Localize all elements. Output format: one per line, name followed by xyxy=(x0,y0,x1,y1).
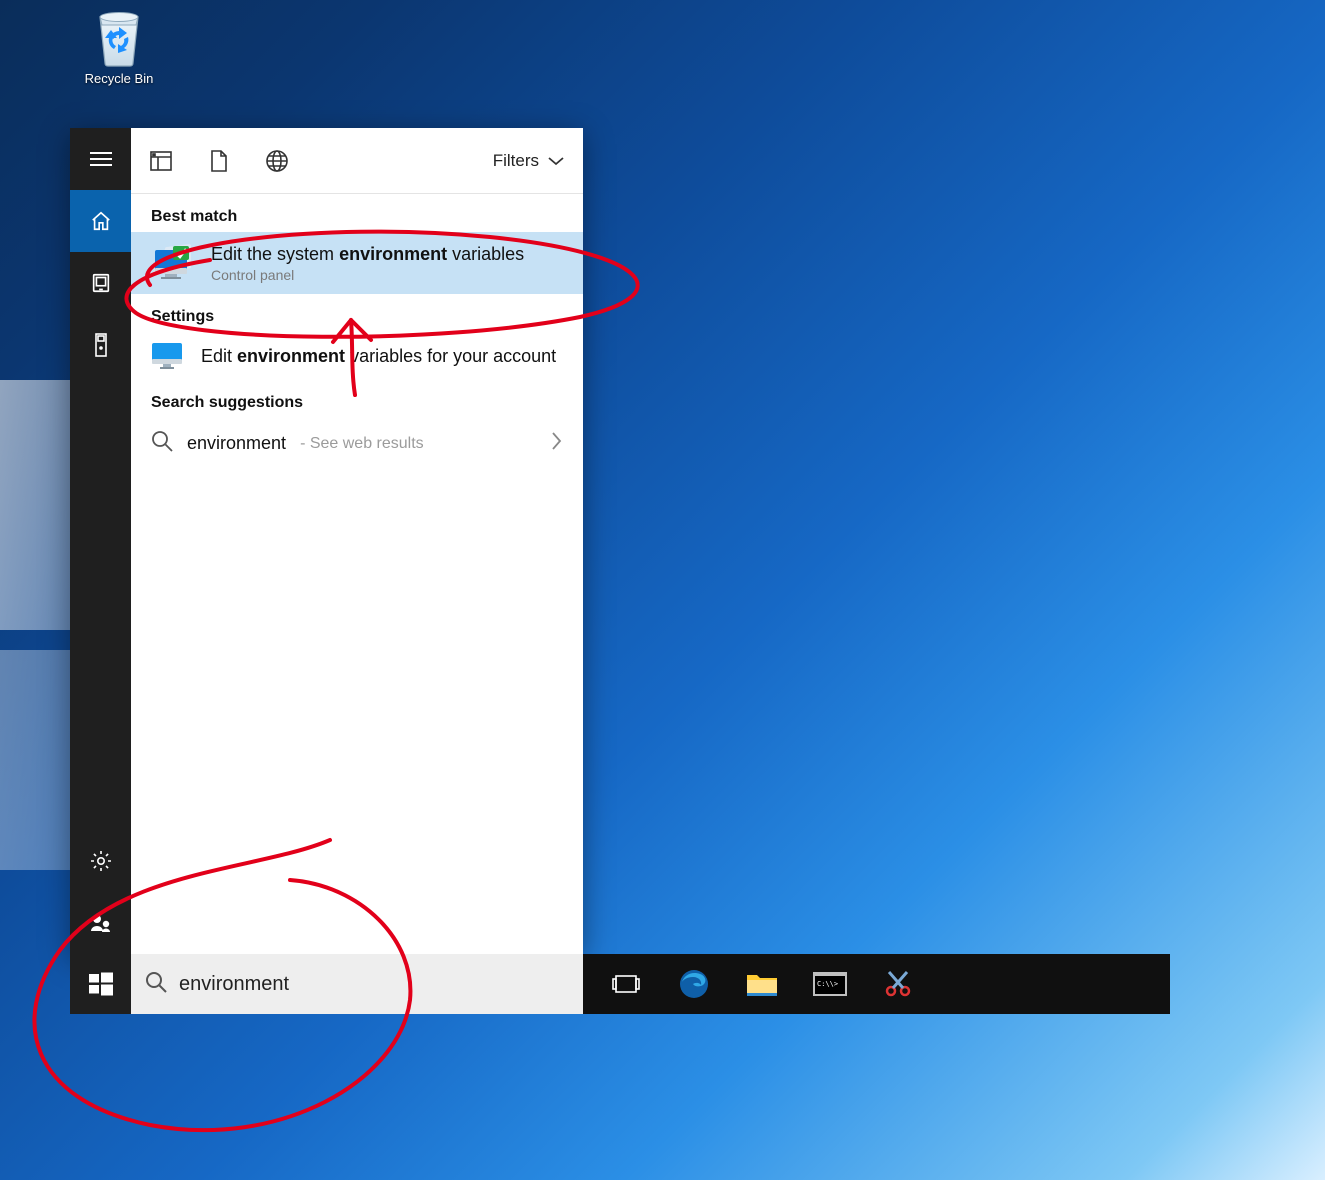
search-icon xyxy=(151,430,173,457)
results-toolbar: Filters xyxy=(131,128,583,194)
start-rail xyxy=(70,128,131,954)
rail-documents-button[interactable] xyxy=(70,314,131,376)
result-best-match[interactable]: Edit the system environment variables Co… xyxy=(131,232,583,294)
taskbar-gap xyxy=(1170,954,1325,1014)
rail-feedback-button[interactable] xyxy=(70,892,131,954)
section-header-settings: Settings xyxy=(131,294,583,332)
suggestion-query: environment xyxy=(187,433,286,454)
monitor-icon xyxy=(151,342,183,370)
monitor-check-icon xyxy=(151,242,193,284)
scope-apps-icon[interactable] xyxy=(149,149,173,173)
start-button[interactable] xyxy=(70,954,131,1014)
filters-label: Filters xyxy=(493,151,539,171)
svg-text:C:\\>: C:\\> xyxy=(817,980,838,988)
rail-apps-button[interactable] xyxy=(70,252,131,314)
result-title: Edit environment variables for your acco… xyxy=(201,346,556,367)
taskbar-task-view[interactable] xyxy=(595,959,657,1009)
result-subtitle: Control panel xyxy=(211,267,524,283)
desktop-icon-recycle-bin[interactable]: Recycle Bin xyxy=(73,5,165,86)
section-header-suggestions: Search suggestions xyxy=(131,380,583,418)
taskbar-edge[interactable] xyxy=(663,959,725,1009)
rail-expand-button[interactable] xyxy=(70,128,131,190)
taskbar-file-explorer[interactable] xyxy=(731,959,793,1009)
section-header-best-match: Best match xyxy=(131,194,583,232)
taskbar-cmd[interactable]: C:\\> xyxy=(799,959,861,1009)
chevron-right-icon xyxy=(551,431,563,456)
desktop-icon-label: Recycle Bin xyxy=(73,71,165,86)
rail-home-button[interactable] xyxy=(70,190,131,252)
search-input[interactable] xyxy=(179,973,569,996)
search-icon xyxy=(145,971,167,998)
taskbar-snipping[interactable] xyxy=(867,959,929,1009)
scope-web-icon[interactable] xyxy=(265,149,289,173)
search-row xyxy=(70,954,583,1014)
recycle-bin-icon xyxy=(92,5,146,67)
taskbar: C:\\> xyxy=(583,954,1170,1014)
filters-dropdown[interactable]: Filters xyxy=(493,151,565,171)
result-title: Edit the system environment variables xyxy=(211,244,524,265)
scope-documents-icon[interactable] xyxy=(207,149,231,173)
start-search-flyout: Filters Best match xyxy=(70,128,583,954)
search-suggestion-item[interactable]: environment - See web results xyxy=(131,418,583,469)
search-box[interactable] xyxy=(131,954,583,1014)
chevron-down-icon xyxy=(547,155,565,167)
rail-settings-button[interactable] xyxy=(70,830,131,892)
suggestion-tail: - See web results xyxy=(300,435,424,453)
search-results-panel: Filters Best match xyxy=(131,128,583,954)
result-settings-item[interactable]: Edit environment variables for your acco… xyxy=(131,332,583,380)
